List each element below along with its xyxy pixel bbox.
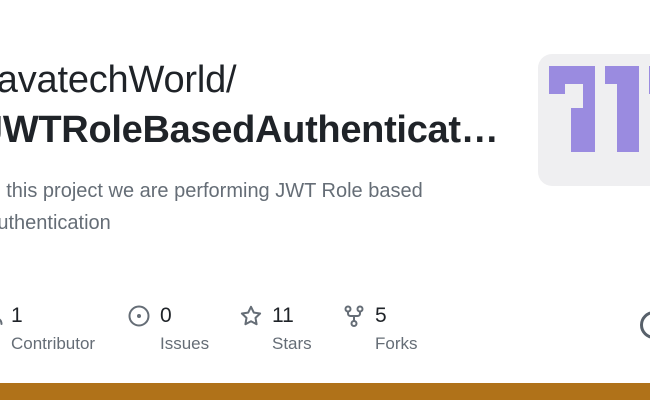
stars-count: 11: [272, 304, 294, 327]
forks-count: 5: [375, 304, 387, 327]
repo-stats: 1 Contributor 0 Issues 11 Stars 5 Forks: [0, 300, 650, 360]
issue-circle-icon: [128, 305, 150, 327]
contributor-count: 1: [11, 304, 23, 327]
forks-label: Forks: [375, 334, 418, 353]
owner-avatar: [538, 54, 650, 186]
stars-label: Stars: [272, 334, 312, 353]
repo-owner[interactable]: JavatechWorld/: [0, 58, 237, 102]
language-color-bar: [0, 383, 650, 400]
people-icon: [0, 318, 3, 325]
star-icon: [240, 305, 262, 326]
issues-count: 0: [160, 304, 172, 327]
repo-name[interactable]: JWTRoleBasedAuthentication: [0, 108, 502, 152]
repo-description: In this project we are performing JWT Ro…: [0, 180, 423, 234]
contributor-label: Contributor: [11, 334, 96, 353]
issues-label: Issues: [160, 334, 210, 353]
fork-icon: [344, 305, 364, 327]
